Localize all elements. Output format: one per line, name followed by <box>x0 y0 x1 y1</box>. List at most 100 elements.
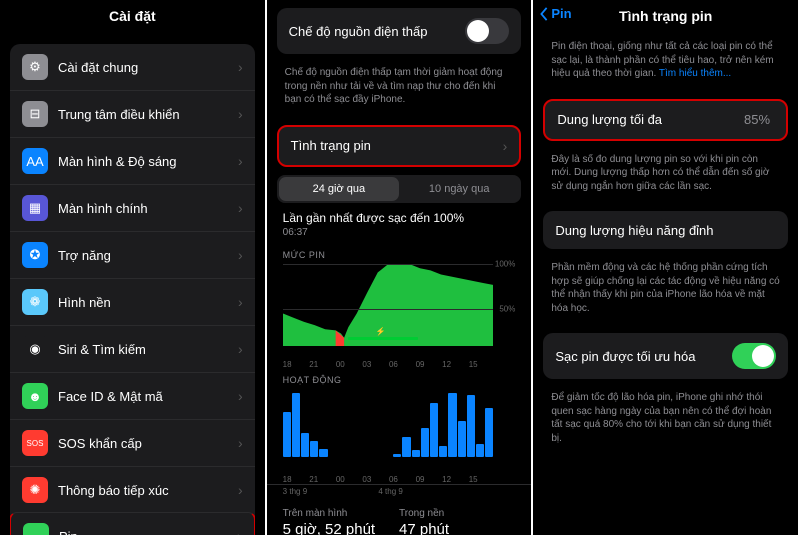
learn-more-link[interactable]: Tìm hiểu thêm... <box>659 68 731 79</box>
optimized-charging-toggle[interactable] <box>732 343 776 369</box>
settings-row-battery[interactable]: ▬ Pin› <box>10 512 255 535</box>
settings-row-label: Siri & Tìm kiếm <box>58 342 238 357</box>
seg-24h[interactable]: 24 giờ qua <box>279 177 399 201</box>
max-capacity-value: 85% <box>744 112 770 127</box>
background-value: 47 phút <box>399 521 515 535</box>
settings-row-label: Face ID & Mật mã <box>58 389 238 404</box>
settings-row-label: Màn hình chính <box>58 201 238 216</box>
background-label: Trong nền <box>399 508 515 519</box>
optimized-charging-note: Để giảm tốc độ lão hóa pin, iPhone ghi n… <box>533 387 798 455</box>
peak-perf-label: Dung lượng hiệu năng đỉnh <box>555 223 776 238</box>
usage-stats: Trên màn hình 5 giờ, 52 phút Trong nền 4… <box>267 502 532 535</box>
gear-icon: ⚙ <box>22 54 48 80</box>
low-power-label: Chế độ nguồn điện thấp <box>289 24 466 39</box>
activity-bar <box>458 421 466 457</box>
chevron-right-icon: › <box>237 528 242 535</box>
x-axis-level: 1821000306091215 <box>267 360 532 369</box>
settings-row-faceid[interactable]: ☻Face ID & Mật mã› <box>10 372 255 419</box>
page-title: Pin Tình trạng pin <box>533 0 798 36</box>
activity-bar <box>421 428 429 456</box>
chevron-right-icon: › <box>238 435 243 451</box>
activity-bar <box>485 408 493 457</box>
chevron-right-icon: › <box>238 59 243 75</box>
back-button[interactable]: Pin <box>539 6 571 21</box>
exposure-icon: ✺ <box>22 477 48 503</box>
battery-level-caption: MỨC PIN <box>267 244 532 262</box>
battery-health-row[interactable]: Tình trạng pin › <box>279 127 520 165</box>
settings-row-label: Hình nền <box>58 295 238 310</box>
screen-on-value: 5 giờ, 52 phút <box>283 521 399 535</box>
date-left: 3 thg 9 <box>283 487 379 496</box>
settings-row-control-center[interactable]: ⊟ Trung tâm điều khiển› <box>10 90 255 137</box>
optimized-charging-row[interactable]: Sạc pin được tối ưu hóa <box>543 333 788 379</box>
activity-bars <box>283 393 494 457</box>
activity-bar <box>319 449 327 457</box>
settings-row-display[interactable]: AAMàn hình & Độ sáng› <box>10 137 255 184</box>
activity-bar <box>448 393 456 457</box>
activity-bar <box>310 441 318 456</box>
accessibility-icon: ✪ <box>22 242 48 268</box>
chevron-right-icon: › <box>238 482 243 498</box>
settings-row-label: Trung tâm điều khiển <box>58 107 238 122</box>
low-power-group: Chế độ nguồn điện thấp <box>277 8 522 54</box>
low-power-note: Chế độ nguồn điện thấp tạm thời giảm hoạ… <box>267 62 532 117</box>
activity-bar <box>393 454 401 457</box>
activity-chart <box>283 389 516 469</box>
max-capacity-row[interactable]: Dung lượng tối đa 85% <box>545 101 786 139</box>
settings-row-accessibility[interactable]: ✪Trợ năng› <box>10 231 255 278</box>
battery-icon: ▬ <box>23 523 49 535</box>
peak-perf-row[interactable]: Dung lượng hiệu năng đỉnh <box>543 211 788 249</box>
last-charge-label: Lần gần nhất được sạc đến 100% <box>267 211 532 225</box>
page-title: Cài đặt <box>0 0 265 36</box>
time-range-segment[interactable]: 24 giờ qua 10 ngày qua <box>277 175 522 203</box>
charging-bar <box>348 337 418 340</box>
activity-caption: HOẠT ĐỘNG <box>267 369 532 387</box>
low-power-row[interactable]: Chế độ nguồn điện thấp <box>277 8 522 54</box>
chevron-right-icon: › <box>238 106 243 122</box>
screen-on-label: Trên màn hình <box>283 508 399 519</box>
chevron-right-icon: › <box>238 388 243 404</box>
seg-10d[interactable]: 10 ngày qua <box>399 177 519 201</box>
chevron-right-icon: › <box>238 247 243 263</box>
activity-bar <box>412 450 420 456</box>
siri-icon: ◉ <box>22 336 48 362</box>
chevron-left-icon <box>539 7 549 21</box>
date-right: 4 thg 9 <box>378 487 402 496</box>
x-axis-activity: 1821000306091215 <box>267 475 532 484</box>
screen-battery-health: Pin Tình trạng pin Pin điện thoại, giống… <box>533 0 800 535</box>
wallpaper-icon: ❁ <box>22 289 48 315</box>
battery-health-label: Tình trạng pin <box>291 138 503 153</box>
last-charge-time: 06:37 <box>267 225 532 244</box>
chevron-right-icon: › <box>238 200 243 216</box>
settings-row-wallpaper[interactable]: ❁ Hình nền› <box>10 278 255 325</box>
sos-icon: SOS <box>22 430 48 456</box>
home-screen-icon: ▦ <box>22 195 48 221</box>
chevron-right-icon: › <box>238 341 243 357</box>
optimized-charging-label: Sạc pin được tối ưu hóa <box>555 349 732 364</box>
activity-bar <box>283 412 291 457</box>
settings-row-gear[interactable]: ⚙ Cài đặt chung› <box>10 44 255 90</box>
settings-row-label: Cài đặt chung <box>58 60 238 75</box>
low-power-toggle[interactable] <box>465 18 509 44</box>
settings-row-label: SOS khẩn cấp <box>58 436 238 451</box>
settings-row-exposure[interactable]: ✺Thông báo tiếp xúc› <box>10 466 255 513</box>
activity-bar <box>292 393 300 457</box>
chevron-right-icon: › <box>238 294 243 310</box>
activity-bar <box>430 403 438 457</box>
settings-row-siri[interactable]: ◉ Siri & Tìm kiếm› <box>10 325 255 372</box>
control-center-icon: ⊟ <box>22 101 48 127</box>
activity-bar <box>301 433 309 456</box>
peak-perf-note: Phần mềm động và các hệ thống phần cứng … <box>533 257 798 325</box>
display-icon: AA <box>22 148 48 174</box>
activity-bar <box>402 437 410 456</box>
peak-perf-group: Dung lượng hiệu năng đỉnh <box>543 211 788 249</box>
settings-row-home-screen[interactable]: ▦ Màn hình chính› <box>10 184 255 231</box>
settings-row-sos[interactable]: SOS SOS khẩn cấp› <box>10 419 255 466</box>
screen-battery: Chế độ nguồn điện thấp Chế độ nguồn điện… <box>267 0 534 535</box>
max-capacity-label: Dung lượng tối đa <box>557 112 744 127</box>
activity-bar <box>467 395 475 456</box>
bolt-icon: ⚡ <box>376 327 386 336</box>
optimized-charging-group: Sạc pin được tối ưu hóa <box>543 333 788 379</box>
battery-health-group: Tình trạng pin › <box>277 125 522 167</box>
settings-row-label: Pin <box>59 529 237 535</box>
